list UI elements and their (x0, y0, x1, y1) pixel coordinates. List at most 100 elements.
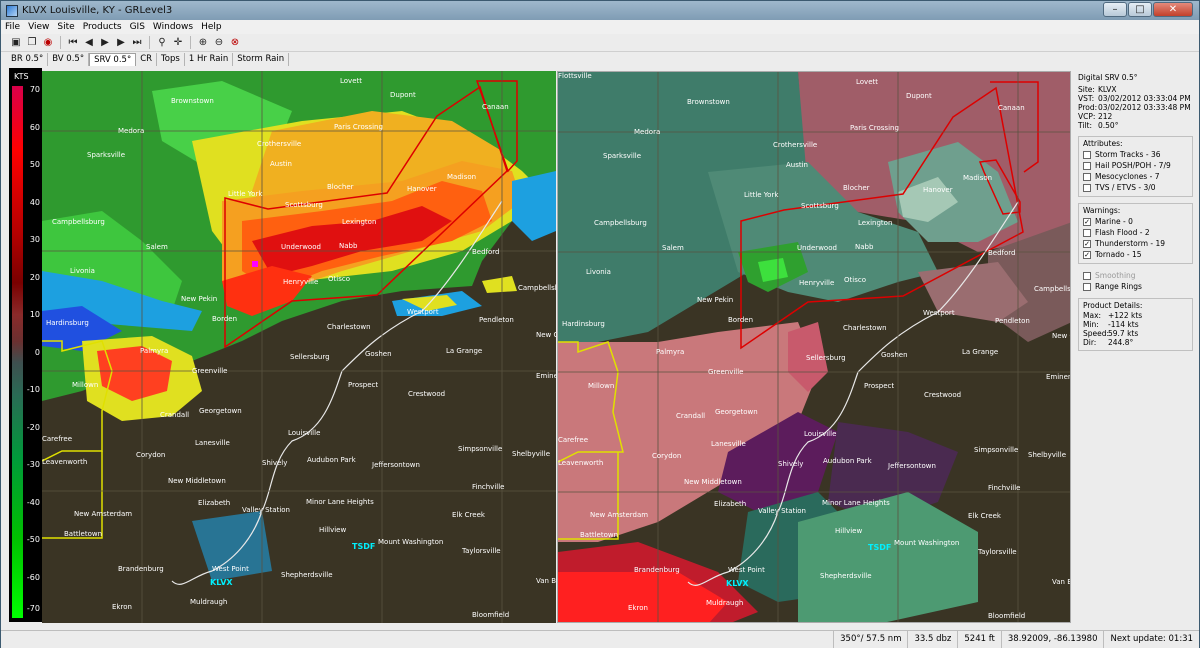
svg-text:Campbellsburg: Campbellsburg (52, 218, 105, 226)
svg-text:Louisville: Louisville (804, 430, 836, 438)
svg-text:Muldraugh: Muldraugh (706, 599, 743, 607)
svg-text:Crestwood: Crestwood (924, 391, 961, 399)
info-row: Tilt: 0.50° (1078, 121, 1119, 130)
radar-icon[interactable]: ◉ (41, 36, 55, 50)
menu-view[interactable]: View (24, 22, 53, 32)
checkbox-range-rings[interactable]: Range Rings (1083, 281, 1193, 292)
menu-help[interactable]: Help (197, 22, 226, 32)
checkbox-storm-tracks[interactable]: Storm Tracks - 36 (1083, 149, 1188, 160)
detail-row: Min: -114 kts (1083, 320, 1139, 329)
svg-text:Sellersburg: Sellersburg (290, 353, 330, 361)
svg-text:Scottsburg: Scottsburg (801, 202, 839, 210)
tab-cr[interactable]: CR (136, 53, 158, 66)
legend-label: -20 (26, 423, 40, 432)
svg-text:Crothersville: Crothersville (773, 141, 817, 149)
svg-text:Battletown: Battletown (580, 531, 618, 539)
zoom-reset-icon[interactable]: ⊗ (228, 36, 242, 50)
attributes-title: Attributes: (1083, 139, 1123, 148)
zoom-in-icon[interactable]: ⊕ (196, 36, 210, 50)
info-panel: Digital SRV 0.5° Site: KLVX VST: 03/02/201… (1072, 67, 1199, 627)
checkbox-thunderstorm[interactable]: ✓ Thunderstorm - 19 (1083, 238, 1188, 249)
svg-text:Charlestown: Charlestown (327, 323, 371, 331)
info-row: VST: 03/02/2012 03:33:04 PM (1078, 94, 1191, 103)
detail-row: Dir: 244.8° (1083, 338, 1134, 347)
copy-icon[interactable]: ❐ (25, 36, 39, 50)
svg-text:New Middletown: New Middletown (168, 477, 226, 485)
tab-1hr-rain[interactable]: 1 Hr Rain (185, 53, 234, 66)
svg-text:Corydon: Corydon (136, 451, 165, 459)
svg-text:Charlestown: Charlestown (843, 324, 887, 332)
svg-text:Paris Crossing: Paris Crossing (850, 124, 899, 132)
checkbox-mesocyclones[interactable]: Mesocyclones - 7 (1083, 171, 1188, 182)
svg-text:Sellersburg: Sellersburg (806, 354, 846, 362)
svg-text:Canaan: Canaan (482, 103, 509, 111)
legend-label: 30 (29, 235, 40, 244)
svg-text:Lanesville: Lanesville (711, 440, 746, 448)
checkbox-tvs[interactable]: TVS / ETVS - 3/0 (1083, 182, 1188, 193)
checkbox-marine[interactable]: ✓ Marine - 0 (1083, 216, 1188, 227)
svg-text:Palmyra: Palmyra (140, 347, 168, 355)
legend-label: -50 (26, 535, 40, 544)
svg-text:Crandall: Crandall (676, 412, 705, 420)
open-icon[interactable]: ▣ (9, 36, 23, 50)
svg-text:Elk Creek: Elk Creek (452, 511, 486, 519)
svg-text:New C: New C (1052, 332, 1071, 340)
svg-text:Carefree: Carefree (42, 435, 72, 443)
legend-label: 0 (34, 348, 40, 357)
menu-file[interactable]: File (1, 22, 24, 32)
status-bearing: 350°/ 57.5 nm (833, 631, 907, 648)
svg-text:Bedford: Bedford (988, 249, 1016, 257)
checkbox-tornado[interactable]: ✓ Tornado - 15 (1083, 249, 1188, 260)
legend-label: -70 (26, 604, 40, 613)
checkbox-flash-flood[interactable]: Flash Flood - 2 (1083, 227, 1188, 238)
svg-text:Livonia: Livonia (70, 267, 95, 275)
title-bar[interactable]: KLVX Louisville, KY - GRLevel3 – □ ✕ (1, 1, 1199, 20)
first-frame-icon[interactable]: ⏮ (66, 36, 80, 50)
svg-text:Jeffersontown: Jeffersontown (371, 461, 420, 469)
step-forward-icon[interactable]: ▶ (114, 36, 128, 50)
zoom-icon[interactable]: ⚲ (155, 36, 169, 50)
legend-label: 60 (29, 123, 40, 132)
svg-text:Eminence: Eminence (536, 372, 556, 380)
svg-text:Austin: Austin (270, 160, 292, 168)
svg-text:Dupont: Dupont (390, 91, 416, 99)
svg-text:Goshen: Goshen (881, 351, 908, 359)
step-back-icon[interactable]: ◀ (82, 36, 96, 50)
menu-products[interactable]: Products (79, 22, 126, 32)
velocity-map[interactable]: Flottsville Lovett Dupont Canaan Brownst… (557, 71, 1071, 623)
svg-text:TSDF: TSDF (352, 542, 375, 551)
status-value: 33.5 dbz (907, 631, 957, 648)
svg-text:Otisco: Otisco (844, 276, 866, 284)
svg-text:Shepherdsville: Shepherdsville (820, 572, 872, 580)
tab-storm-rain[interactable]: Storm Rain (233, 53, 290, 66)
svg-text:Campbellsburg: Campbellsburg (594, 219, 647, 227)
svg-text:Audubon Park: Audubon Park (307, 456, 357, 464)
tab-srv[interactable]: SRV 0.5° (89, 53, 137, 66)
last-frame-icon[interactable]: ⏭ (130, 36, 144, 50)
menu-gis[interactable]: GIS (126, 22, 149, 32)
checkbox-hail[interactable]: Hail POSH/POH - 7/9 (1083, 160, 1188, 171)
minimize-button[interactable]: – (1103, 2, 1127, 17)
play-icon[interactable]: ▶ (98, 36, 112, 50)
info-row: Site: KLVX (1078, 85, 1117, 94)
menu-site[interactable]: Site (53, 22, 78, 32)
svg-text:Campbellsburg: Campbellsburg (518, 284, 556, 292)
checkbox-smoothing[interactable]: Smoothing (1083, 270, 1193, 281)
svg-text:Brownstown: Brownstown (687, 98, 730, 106)
svg-text:Borden: Borden (728, 316, 753, 324)
svg-text:Lanesville: Lanesville (195, 439, 230, 447)
svg-text:Battletown: Battletown (64, 530, 102, 538)
close-button[interactable]: ✕ (1153, 2, 1193, 17)
svg-text:Valley Station: Valley Station (758, 507, 806, 515)
svg-text:Hanover: Hanover (923, 186, 953, 194)
zoom-out-icon[interactable]: ⊖ (212, 36, 226, 50)
pan-icon[interactable]: ✛ (171, 36, 185, 50)
product-details-group: Product Details: Max: +122 kts Min: -114 k… (1078, 298, 1193, 351)
svg-text:Valley Station: Valley Station (242, 506, 290, 514)
maximize-button[interactable]: □ (1128, 2, 1152, 17)
menu-windows[interactable]: Windows (149, 22, 197, 32)
tab-tops[interactable]: Tops (157, 53, 185, 66)
tab-br[interactable]: BR 0.5° (7, 53, 49, 66)
reflectivity-map[interactable]: Lovett Dupont Canaan Brownstown Medora P… (42, 71, 556, 623)
tab-bv[interactable]: BV 0.5° (48, 53, 90, 66)
